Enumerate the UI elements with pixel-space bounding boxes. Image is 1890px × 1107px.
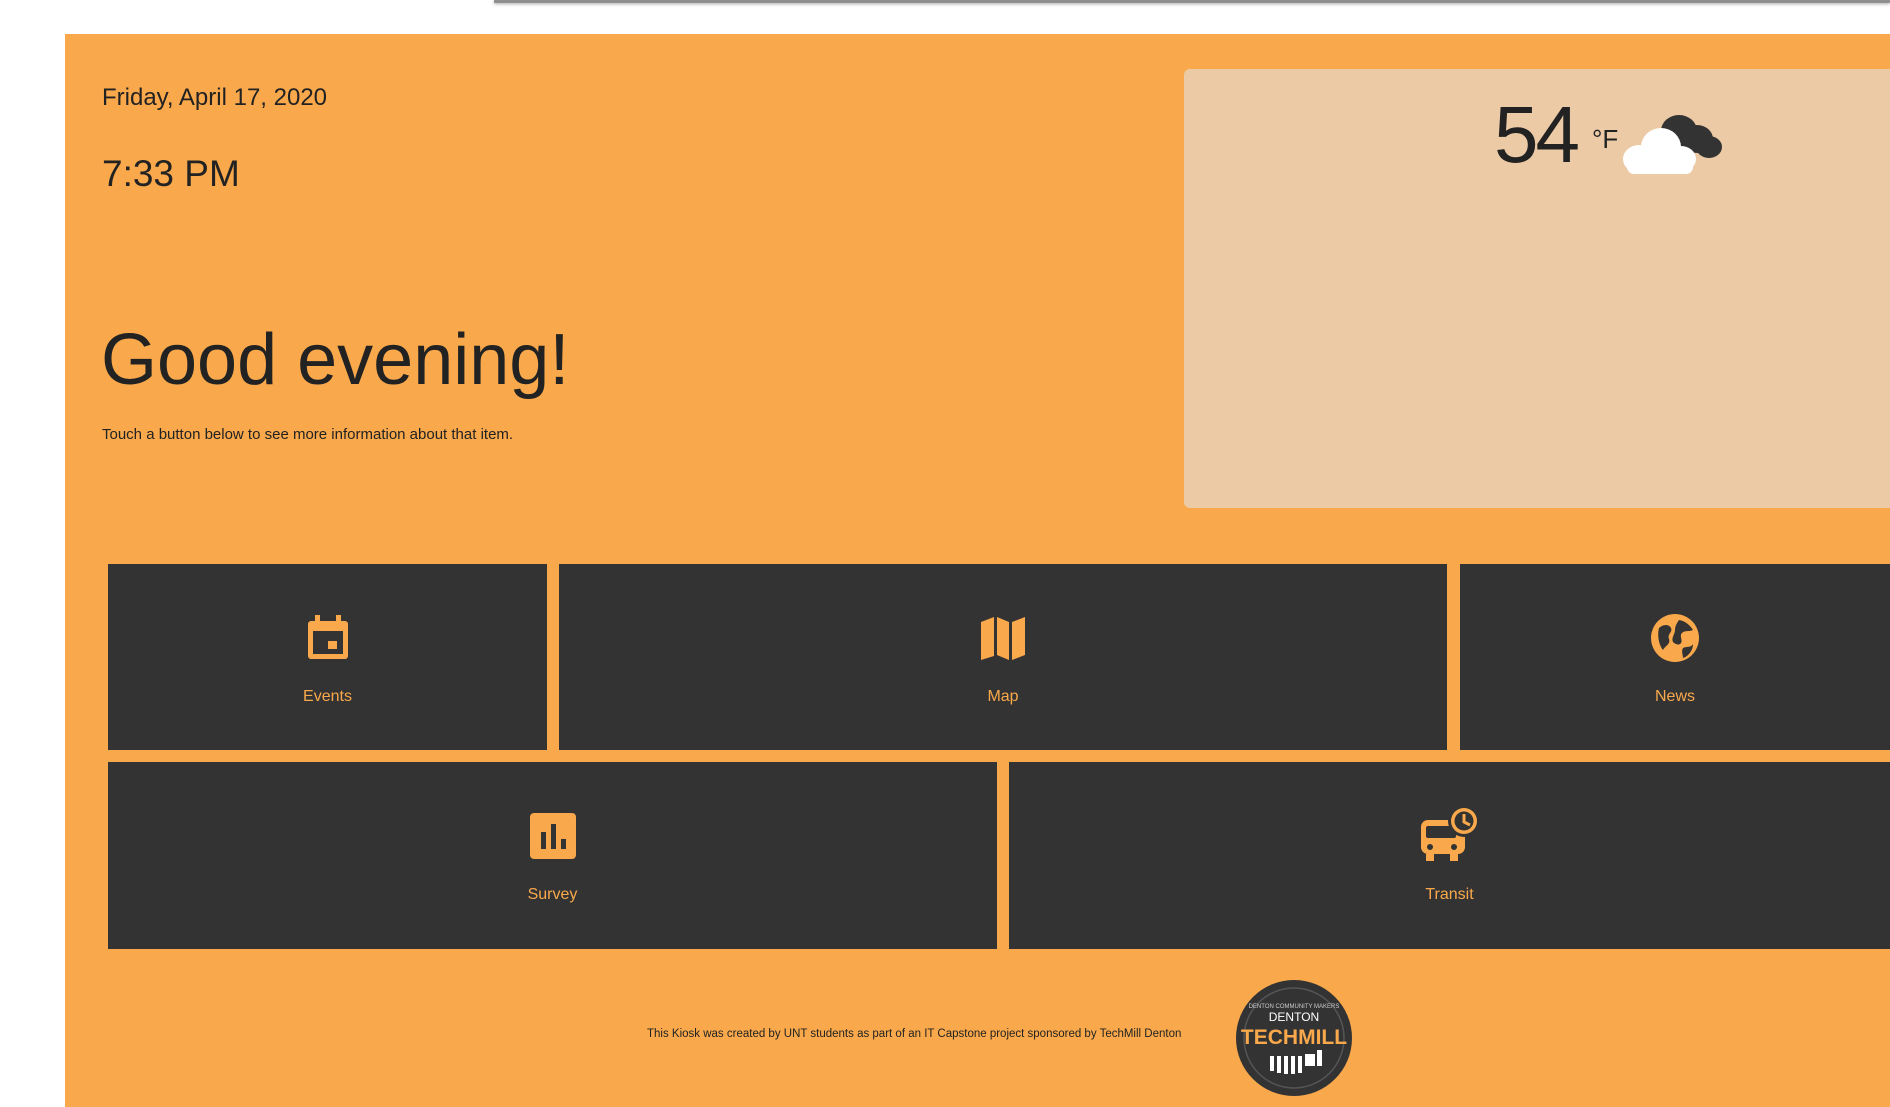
survey-tile[interactable]: Survey <box>108 762 997 949</box>
bus-clock-icon <box>1420 805 1480 861</box>
window-edge-line <box>494 0 1890 3</box>
events-tile[interactable]: Events <box>108 564 547 750</box>
bar-chart-icon <box>529 813 576 859</box>
kiosk-screen: Friday, April 17, 2020 7:33 PM Good even… <box>65 34 1890 1107</box>
current-time: 7:33 PM <box>102 153 240 194</box>
map-label: Map <box>987 688 1019 705</box>
weather-panel: 54 °F <box>1184 69 1890 508</box>
techmill-logo: DENTON COMMUNITY MAKERS DENTON TECHMILL <box>1236 980 1352 1096</box>
svg-text:TECHMILL: TECHMILL <box>1241 1026 1347 1049</box>
weather-temperature: 54 <box>1494 90 1580 179</box>
transit-tile[interactable]: Transit <box>1009 762 1890 949</box>
events-label: Events <box>303 688 352 705</box>
svg-text:DENTON: DENTON <box>1269 1010 1319 1024</box>
greeting-instruction: Touch a button below to see more informa… <box>102 426 514 443</box>
news-label: News <box>1654 688 1695 705</box>
survey-label: Survey <box>527 886 578 903</box>
map-tile[interactable]: Map <box>559 564 1447 750</box>
current-date: Friday, April 17, 2020 <box>102 84 328 111</box>
map-icon <box>981 617 1025 660</box>
footer-credit: This Kiosk was created by UNT students a… <box>647 1028 1182 1040</box>
greeting-title: Good evening! <box>101 320 570 400</box>
cloudy-icon <box>1623 115 1722 174</box>
globe-icon <box>1651 614 1699 662</box>
transit-label: Transit <box>1425 886 1474 903</box>
calendar-icon <box>307 615 348 659</box>
news-tile[interactable]: News <box>1460 564 1890 750</box>
